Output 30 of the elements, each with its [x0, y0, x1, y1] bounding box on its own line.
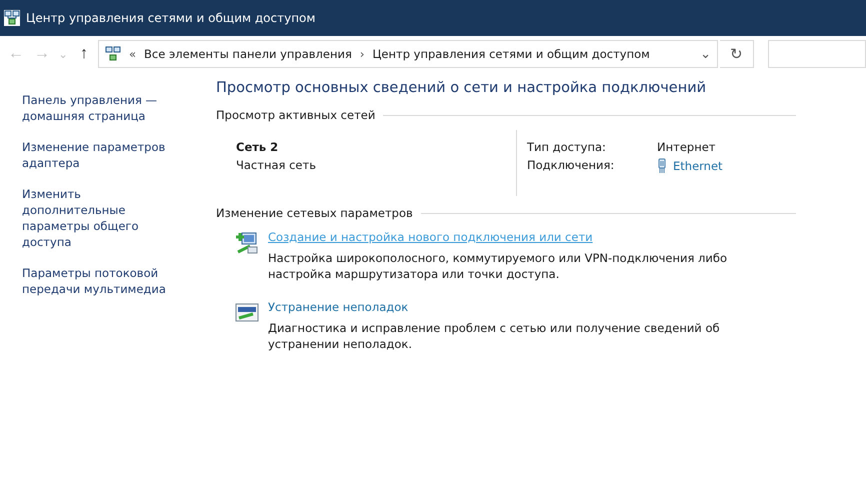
breadcrumb-separator[interactable]: › — [360, 47, 364, 61]
overflow-chevron[interactable]: « — [129, 47, 136, 61]
section-title: Просмотр активных сетей — [216, 108, 376, 122]
sidebar-link[interactable]: Изменить дополнительные параметры общего доступа — [22, 186, 182, 250]
breadcrumb[interactable]: Все элементы панели управления — [144, 47, 352, 61]
task-link[interactable]: Устранение неполадок — [268, 300, 408, 314]
sidebar-link[interactable]: Параметры потоковой передачи мультимедиа — [22, 265, 182, 297]
refresh-button[interactable]: ↻ — [720, 40, 754, 68]
dropdown-chevron[interactable]: ⌄ — [700, 46, 711, 62]
network-icon — [4, 10, 20, 26]
search-field[interactable] — [768, 40, 866, 68]
window-title: Центр управления сетями и общим доступом — [26, 11, 316, 25]
network-name: Сеть 2 — [236, 140, 280, 154]
field-label: Тип доступа: — [527, 140, 607, 154]
sidebar-link[interactable]: Изменение параметров адаптера — [22, 139, 182, 171]
address-bar[interactable]: « Все элементы панели управления › Центр управления сетями и общим доступом ⌄ — [98, 40, 718, 68]
field-label: Подключения: — [527, 158, 616, 174]
task-description: Настройка широкополосного, коммутируемого или VPN-подключения либо настройка маршрутизатора или точки доступа. — [268, 250, 728, 282]
section-title: Изменение сетевых параметров — [216, 206, 413, 220]
access-type: Интернет — [657, 140, 716, 154]
new-connection-icon — [234, 230, 260, 256]
ethernet-icon — [657, 158, 667, 174]
up-button[interactable]: ↑ — [72, 45, 96, 63]
network-icon — [105, 46, 121, 62]
task-description: Диагностика и исправление проблем с сетью или получение сведений об устранении неполадок. — [268, 320, 721, 352]
sidebar-link[interactable]: Панель управления — домашняя страница — [22, 92, 182, 124]
connection-link[interactable]: Ethernet — [673, 159, 723, 173]
breadcrumb[interactable]: Центр управления сетями и общим доступом — [372, 47, 650, 61]
network-category: Частная сеть — [236, 158, 317, 172]
page-heading: Просмотр основных сведений о сети и настройка подключений — [216, 80, 708, 96]
